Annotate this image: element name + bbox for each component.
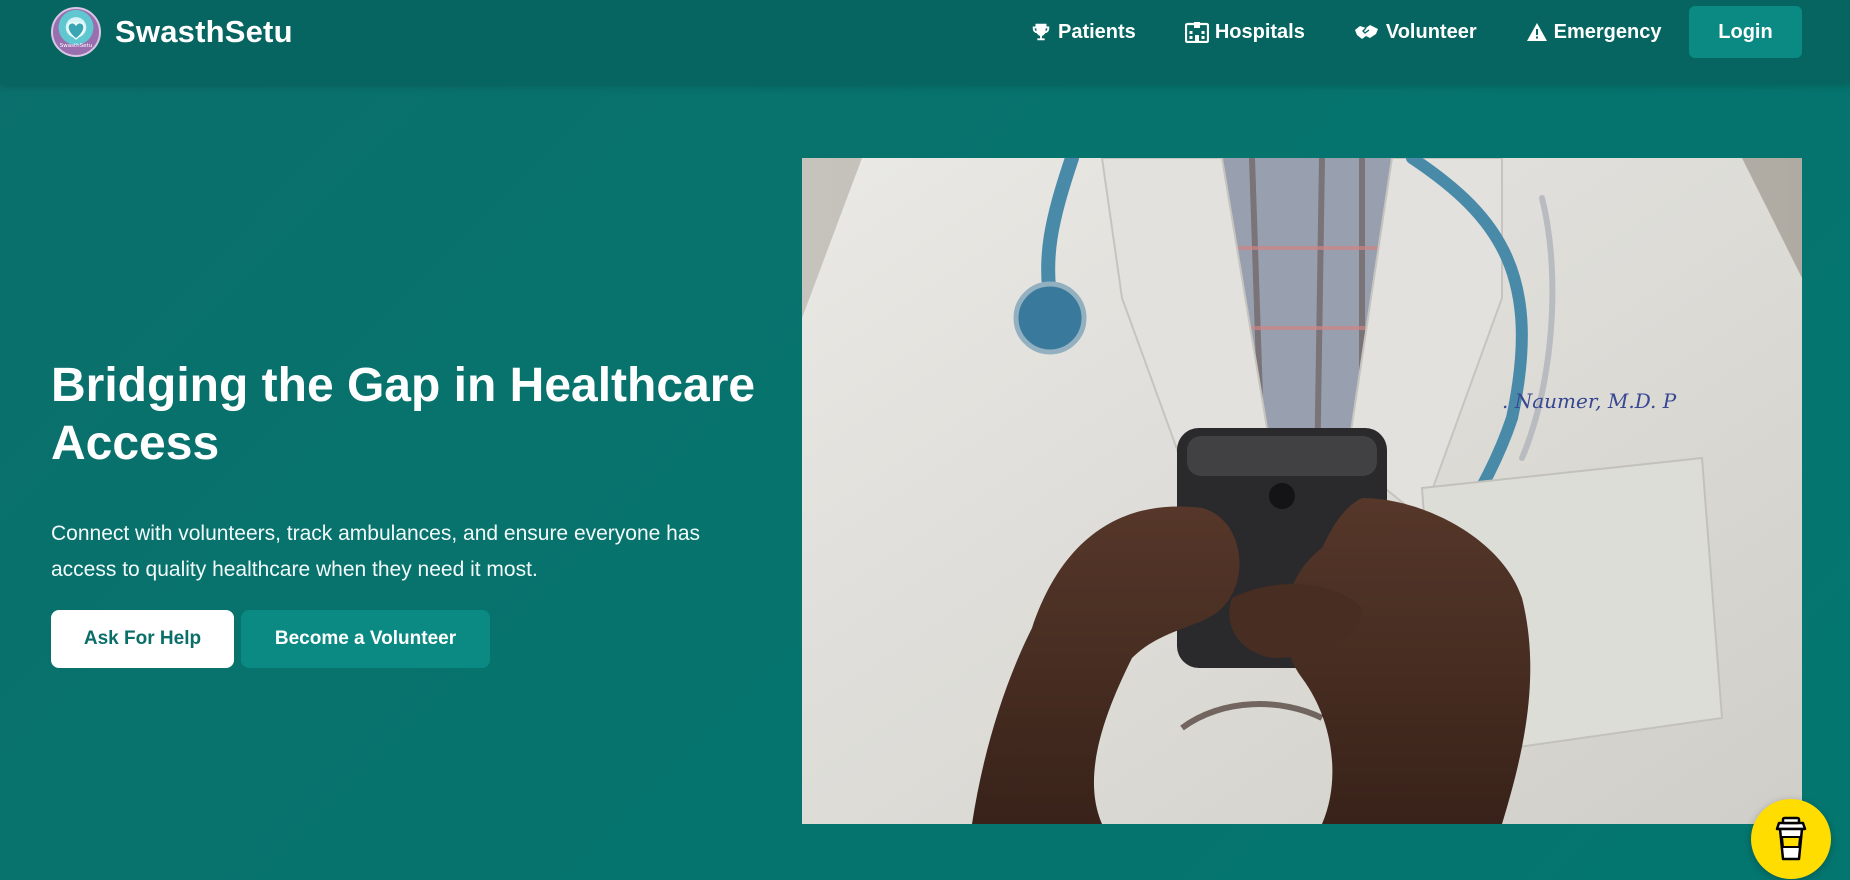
- hero-title: Bridging the Gap in Healthcare Access: [51, 359, 756, 470]
- become-volunteer-button[interactable]: Become a Volunteer: [241, 610, 490, 668]
- trophy-icon: [1032, 23, 1050, 41]
- svg-text:SwasthSetu: SwasthSetu: [60, 43, 92, 49]
- brand-logo: SwasthSetu: [51, 7, 101, 57]
- brand[interactable]: SwasthSetu SwasthSetu: [51, 7, 293, 57]
- login-button[interactable]: Login: [1689, 6, 1802, 58]
- hero-subtitle: Connect with volunteers, track ambulance…: [51, 522, 701, 581]
- nav-item-hospitals[interactable]: Hospitals: [1184, 20, 1305, 44]
- nav-item-emergency[interactable]: Emergency: [1526, 20, 1662, 44]
- nav-item-patients[interactable]: Patients: [1030, 21, 1136, 44]
- top-navbar: SwasthSetu SwasthSetu Patients Hospitals: [0, 0, 1850, 84]
- coffee-cup-icon: [1775, 816, 1807, 861]
- nav-links: Patients Hospitals Volunteer Emergency: [1030, 5, 1710, 59]
- nav-item-volunteer[interactable]: Volunteer: [1354, 21, 1477, 44]
- ask-for-help-button[interactable]: Ask For Help: [51, 610, 234, 668]
- nav-item-label: Hospitals: [1214, 20, 1305, 43]
- hospital-icon: [1184, 22, 1209, 43]
- nav-item-label: Volunteer: [1385, 20, 1477, 43]
- nav-item-label: Patients: [1058, 20, 1136, 43]
- nav-item-label: Emergency: [1553, 20, 1662, 43]
- warning-icon: [1526, 23, 1547, 41]
- buy-me-a-coffee-button[interactable]: [1751, 799, 1831, 879]
- handshake-icon: [1354, 25, 1378, 39]
- brand-name: SwasthSetu: [115, 14, 293, 49]
- hero-image: . Naumer, M.D. P: [802, 158, 1802, 824]
